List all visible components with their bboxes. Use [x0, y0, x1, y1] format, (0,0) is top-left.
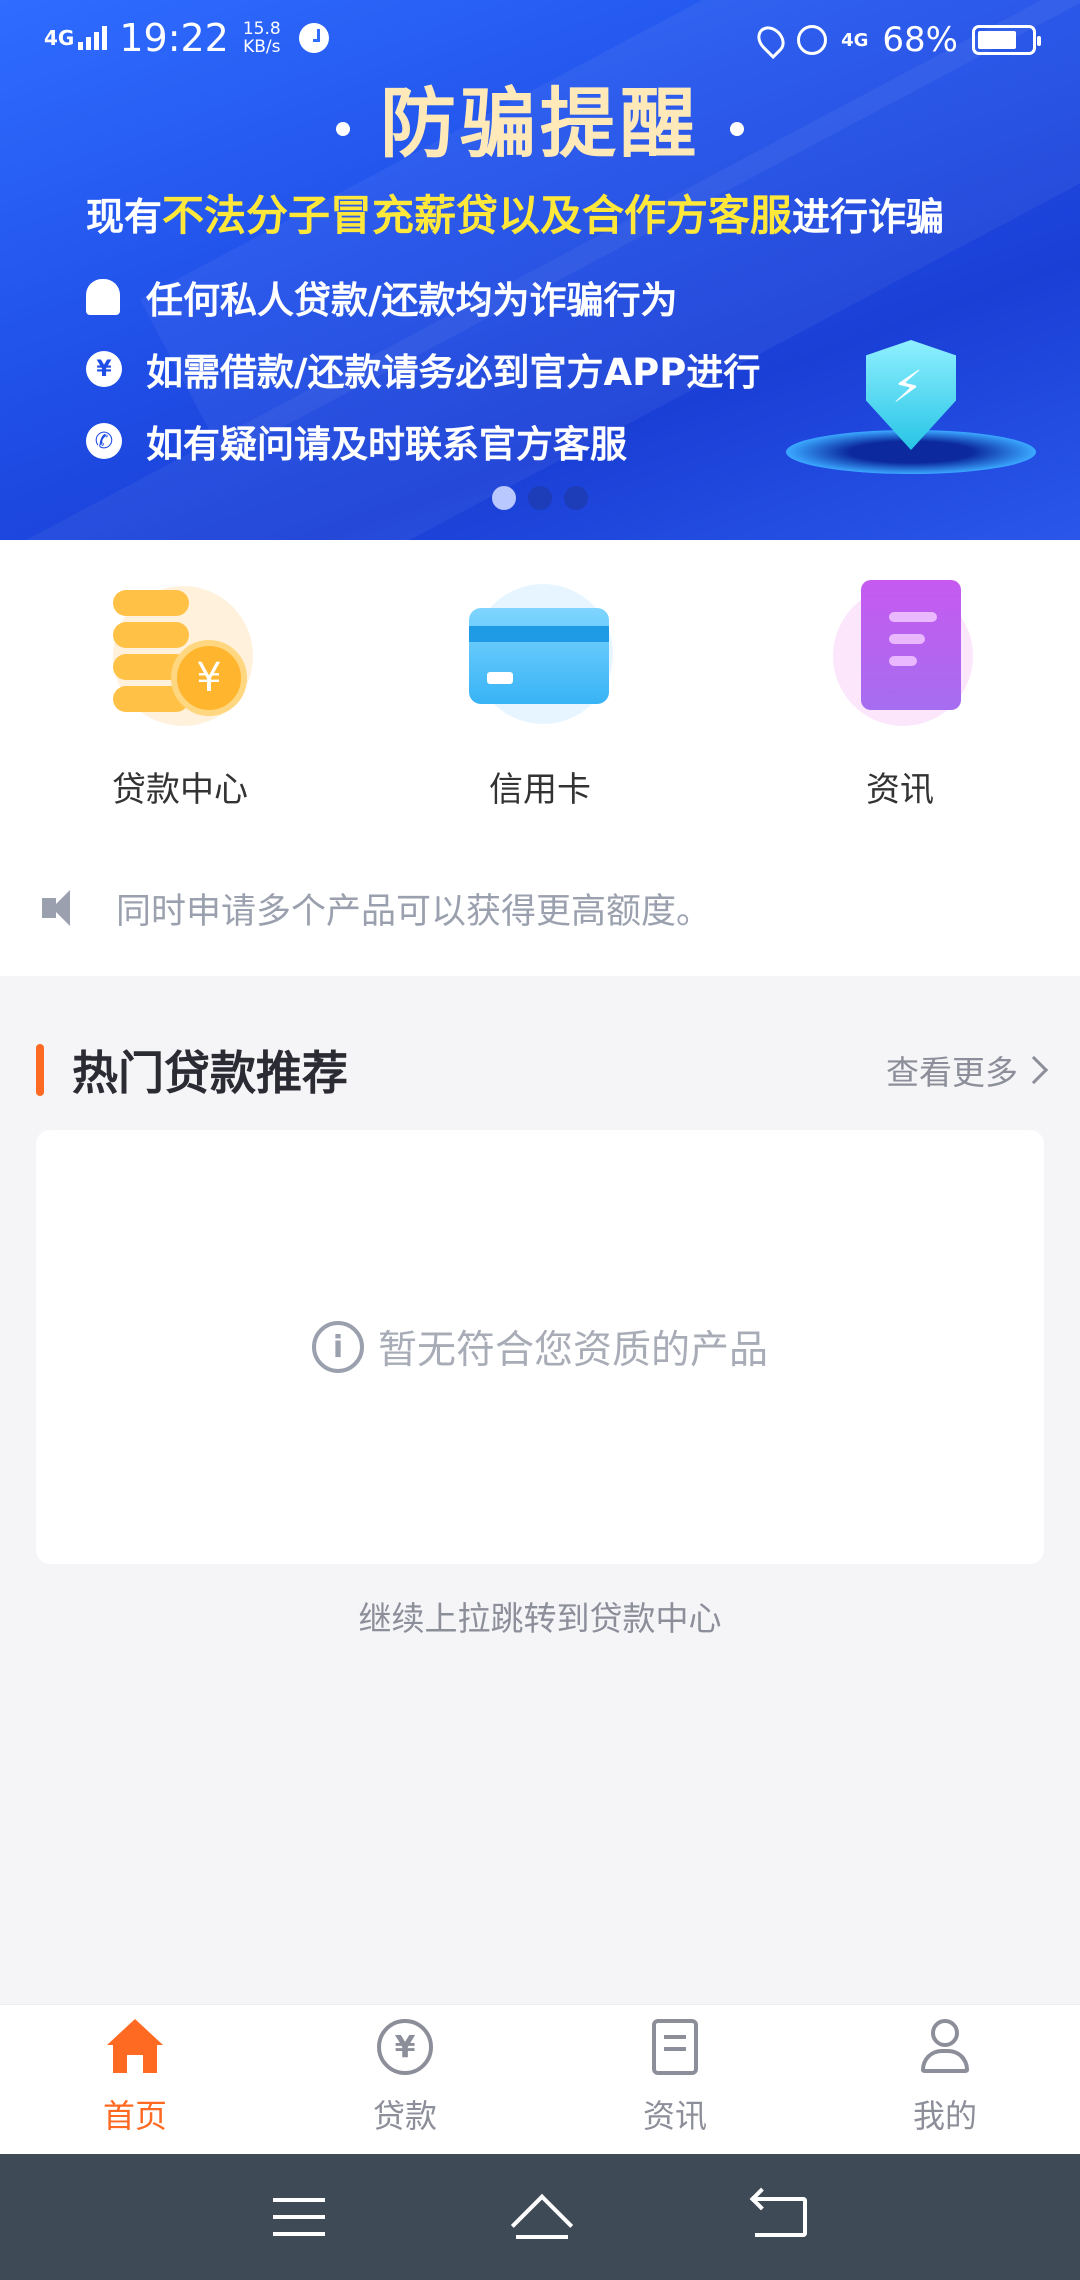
tab-home[interactable]: 首页	[0, 2005, 270, 2154]
net-speed: 15.8 KB/s	[243, 20, 281, 56]
view-more-label: 查看更多	[886, 1053, 1018, 1092]
document-icon	[652, 2019, 698, 2075]
empty-products-card: i 暂无符合您资质的产品	[36, 1130, 1044, 1564]
tab-label: 贷款	[372, 2097, 437, 2135]
pull-up-hint: 继续上拉跳转到贷款中心	[358, 1599, 722, 1638]
pager-dot[interactable]	[564, 486, 588, 510]
info-icon: i	[311, 1321, 364, 1373]
alarm-icon	[797, 25, 828, 55]
alarm-app-icon	[298, 23, 329, 53]
yen-circle-icon: ¥	[377, 2019, 433, 2075]
banner-line-2: ¥ 如需借款/还款请务必到官方APP进行	[86, 342, 760, 396]
quick-entry-label: 贷款中心	[112, 770, 248, 810]
credit-card-icon	[465, 580, 615, 730]
location-icon	[752, 20, 791, 60]
yen-icon: ¥	[86, 351, 122, 387]
phone-icon: ✆	[86, 423, 122, 459]
banner-line-3: ✆ 如有疑问请及时联系官方客服	[86, 414, 627, 468]
network-label: 4G	[44, 26, 75, 50]
shield-illustration	[786, 320, 1036, 480]
system-nav-bar	[0, 2154, 1080, 2280]
bell-icon	[86, 279, 120, 315]
banner-line-text: 如有疑问请及时联系官方客服	[146, 423, 627, 466]
tab-mine[interactable]: 我的	[810, 2005, 1080, 2154]
network-right-label: 4G	[841, 29, 869, 51]
clock-time: 19:22	[119, 16, 229, 60]
banner-line-text: 任何私人贷款/还款均为诈骗行为	[146, 279, 678, 322]
title-dot-left	[336, 122, 350, 136]
banner-line-text: 如需借款/还款请务必到官方APP进行	[146, 351, 761, 394]
battery-icon	[972, 25, 1041, 55]
quick-entry-credit-card[interactable]: 信用卡	[420, 580, 660, 811]
notice-text: 同时申请多个产品可以获得更高额度。	[116, 891, 712, 932]
title-accent-bar	[36, 1044, 44, 1096]
home-icon	[107, 2019, 163, 2075]
battery-percent: 68%	[882, 20, 958, 60]
view-more-link[interactable]: 查看更多	[886, 1046, 1049, 1094]
signal-icon	[78, 26, 108, 50]
tab-news[interactable]: 资讯	[540, 2005, 810, 2154]
pager-dot-active[interactable]	[492, 486, 516, 510]
menu-icon[interactable]	[272, 2198, 325, 2236]
tab-label: 我的	[912, 2097, 977, 2135]
quick-entry-label: 资讯	[866, 770, 934, 810]
speaker-icon	[42, 890, 82, 926]
net-speed-unit: KB/s	[243, 37, 281, 57]
subtitle-highlight: 不法分子冒充薪贷以及合作方客服	[162, 191, 793, 240]
pager-dot[interactable]	[528, 486, 552, 510]
banner-subtitle: 现有不法分子冒充薪贷以及合作方客服进行诈骗	[86, 182, 944, 243]
loan-coins-icon: ¥	[105, 580, 255, 730]
bottom-tab-bar: 首页 ¥ 贷款 资讯 我的	[0, 2004, 1080, 2154]
tab-label: 首页	[102, 2097, 167, 2135]
subtitle-prefix: 现有	[86, 195, 163, 239]
news-document-icon	[825, 580, 975, 730]
banner-line-1: 任何私人贷款/还款均为诈骗行为	[86, 270, 678, 324]
tab-label: 资讯	[642, 2097, 707, 2135]
home-nav-icon[interactable]	[510, 2195, 570, 2239]
back-icon[interactable]	[755, 2197, 808, 2237]
net-speed-value: 15.8	[242, 19, 281, 39]
section-title: 热门贷款推荐	[36, 1037, 348, 1103]
subtitle-suffix: 进行诈骗	[792, 195, 945, 239]
banner-title: 防骗提醒	[0, 62, 1080, 172]
anti-fraud-banner[interactable]: 4G 19:22 15.8 KB/s 4G 68% 防骗提醒 现有不法分子冒充薪…	[0, 0, 1080, 540]
notice-bar[interactable]: 同时申请多个产品可以获得更高额度。	[0, 840, 1080, 976]
quick-entry-news[interactable]: 资讯	[780, 580, 1020, 811]
quick-entry-loan-center[interactable]: ¥ 贷款中心	[60, 580, 300, 811]
section-title-text: 热门贷款推荐	[72, 1046, 348, 1100]
hot-loans-header: 热门贷款推荐 查看更多	[36, 1037, 1049, 1103]
chevron-right-icon	[1019, 1055, 1049, 1085]
banner-title-text: 防骗提醒	[380, 79, 700, 168]
user-icon	[917, 2019, 973, 2075]
quick-entry-label: 信用卡	[489, 770, 591, 810]
empty-state-text: 暂无符合您资质的产品	[377, 1328, 768, 1373]
tab-loan[interactable]: ¥ 贷款	[270, 2005, 540, 2154]
title-dot-right	[730, 122, 744, 136]
banner-pager[interactable]	[0, 486, 1080, 510]
